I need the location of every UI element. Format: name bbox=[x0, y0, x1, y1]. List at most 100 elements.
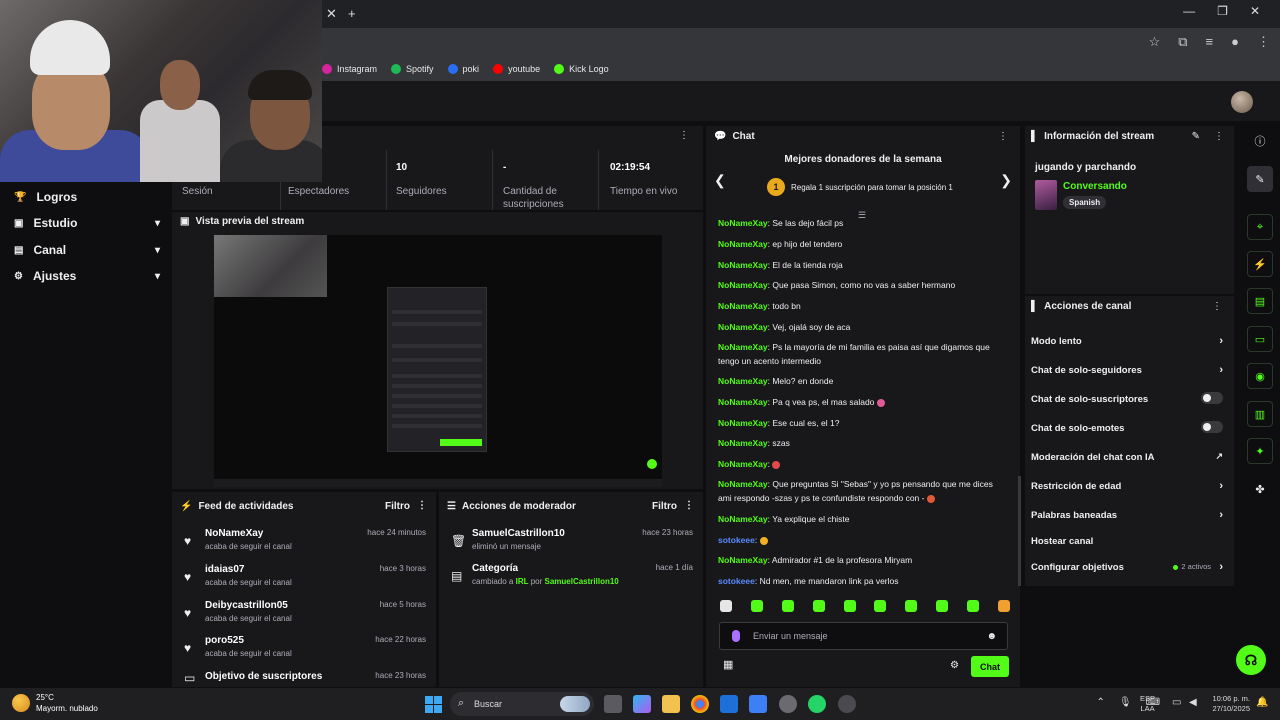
channel-action-row[interactable]: Palabras baneadas › bbox=[1031, 509, 1223, 521]
channel-action-row[interactable]: Configurar objetivos › 2 activos bbox=[1031, 561, 1223, 573]
mod-filter-button[interactable]: Filtro bbox=[652, 501, 677, 512]
info-icon[interactable]: ⓘ bbox=[1247, 128, 1273, 154]
mod-action-user[interactable]: SamuelCastrillon10 bbox=[472, 528, 565, 539]
network-icon[interactable]: ▭ bbox=[1172, 697, 1181, 708]
close-window-icon[interactable]: ✕ bbox=[1250, 4, 1260, 18]
chat-username[interactable]: NoNameXay bbox=[718, 342, 768, 352]
taskbar-search[interactable]: ⌕ Buscar bbox=[450, 692, 594, 716]
media-control-icon[interactable]: ≡ bbox=[1206, 34, 1214, 50]
channel-actions-more-icon[interactable]: ⋮ bbox=[1212, 301, 1222, 312]
chat-bubble-icon[interactable]: ▭ bbox=[1247, 326, 1273, 352]
document-icon[interactable]: ▤ bbox=[1247, 288, 1273, 314]
chat-username[interactable]: NoNameXay bbox=[718, 260, 768, 270]
emote-icon[interactable] bbox=[781, 600, 794, 612]
emote-icon[interactable] bbox=[720, 600, 732, 612]
feed-username[interactable]: NoNameXay bbox=[205, 528, 263, 539]
feed-username[interactable]: poro525 bbox=[205, 635, 244, 646]
nav-item-logros[interactable]: 🏆 Logros bbox=[14, 190, 160, 204]
lightning-icon[interactable]: ⚡ bbox=[1247, 251, 1273, 277]
maximize-icon[interactable]: ❐ bbox=[1217, 4, 1228, 18]
chat-username[interactable]: NoNameXay bbox=[718, 218, 768, 228]
clock[interactable]: 10:06 p. m. 27/10/2025 bbox=[1206, 694, 1250, 714]
emote-icon[interactable] bbox=[997, 600, 1010, 612]
chrome-icon[interactable] bbox=[691, 695, 709, 713]
chat-username[interactable]: sotokeee bbox=[718, 576, 755, 586]
stream-category[interactable]: Conversando bbox=[1063, 181, 1127, 192]
channel-action-row[interactable]: Chat de solo-emotes bbox=[1031, 421, 1223, 434]
chat-username[interactable]: sotokeee bbox=[718, 535, 755, 545]
chat-username[interactable]: NoNameXay bbox=[718, 418, 768, 428]
nav-item-canal[interactable]: ▤ Canal ▾ bbox=[14, 243, 160, 257]
chat-username[interactable]: NoNameXay bbox=[718, 239, 768, 249]
chat-input[interactable]: Enviar un mensaje ☻ bbox=[719, 622, 1008, 650]
layers-icon[interactable]: ▥ bbox=[1247, 401, 1273, 427]
weather-widget[interactable]: 25°C Mayorm. nublado bbox=[12, 692, 98, 714]
channel-action-row[interactable]: Hostear canal bbox=[1031, 536, 1223, 547]
stream-info-more-icon[interactable]: ⋮ bbox=[1214, 131, 1224, 142]
channel-action-row[interactable]: Restricción de edad › bbox=[1031, 480, 1223, 492]
nav-item-ajustes[interactable]: ⚙ Ajustes ▾ bbox=[14, 269, 160, 283]
channel-action-row[interactable]: Moderación del chat con IA ↗ bbox=[1031, 451, 1223, 463]
avatar[interactable] bbox=[1231, 91, 1253, 113]
new-tab-icon[interactable]: + bbox=[348, 6, 356, 21]
edit-icon[interactable]: ✎ bbox=[1247, 166, 1273, 192]
feed-username[interactable]: idaias07 bbox=[205, 564, 244, 575]
app-icon[interactable] bbox=[749, 695, 767, 713]
gear-icon[interactable]: ⚙ bbox=[950, 660, 959, 671]
start-button[interactable] bbox=[425, 696, 442, 713]
wrench-icon[interactable]: ✦ bbox=[1247, 438, 1273, 464]
scrollbar[interactable] bbox=[1018, 476, 1021, 586]
settings-app-icon[interactable] bbox=[779, 695, 797, 713]
feed-username[interactable]: Deibycastrillon05 bbox=[205, 600, 288, 611]
chat-username[interactable]: NoNameXay bbox=[718, 376, 768, 386]
copilot-icon[interactable] bbox=[633, 695, 651, 713]
emote-icon[interactable] bbox=[750, 600, 763, 612]
bookmark-item[interactable]: Instagram bbox=[322, 63, 377, 74]
emote-icon[interactable] bbox=[936, 600, 949, 612]
notification-bell-icon[interactable]: 🔔 bbox=[1256, 697, 1268, 708]
chat-username[interactable]: NoNameXay bbox=[718, 301, 768, 311]
chat-log[interactable]: NoNameXay: Se las dejo fácil ps NoNameXay… bbox=[718, 218, 1010, 590]
browser-menu-icon[interactable]: ⋮ bbox=[1257, 34, 1270, 50]
microphone-icon[interactable]: 🎙 bbox=[1119, 697, 1132, 708]
stats-more-icon[interactable]: ⋮ bbox=[679, 130, 689, 141]
emote-icon[interactable] bbox=[905, 600, 918, 612]
bookmark-item[interactable]: Spotify bbox=[391, 63, 434, 74]
feed-username[interactable]: Objetivo de suscriptores bbox=[205, 671, 322, 682]
app-icon[interactable] bbox=[720, 695, 738, 713]
emote-icon[interactable] bbox=[843, 600, 856, 612]
stream-preview-video[interactable] bbox=[214, 235, 662, 487]
channel-action-row[interactable]: Chat de solo-suscriptores bbox=[1031, 392, 1223, 405]
clip-icon[interactable]: ⌖ bbox=[1247, 214, 1273, 240]
chat-username[interactable]: NoNameXay bbox=[718, 397, 768, 407]
bookmark-star-icon[interactable]: ☆ bbox=[1149, 34, 1161, 50]
file-explorer-icon[interactable] bbox=[662, 695, 680, 713]
nav-item-estudio[interactable]: ▣ Estudio ▾ bbox=[14, 216, 160, 230]
volume-icon[interactable]: ◀ bbox=[1189, 697, 1197, 708]
channel-action-row[interactable]: Chat de solo-seguidores › bbox=[1031, 364, 1223, 376]
close-tab-icon[interactable]: ✕ bbox=[326, 6, 337, 22]
microphone-icon[interactable] bbox=[732, 630, 740, 642]
edit-icon[interactable]: ✎ bbox=[1192, 131, 1200, 142]
whatsapp-icon[interactable] bbox=[808, 695, 826, 713]
puzzle-icon[interactable]: ✤ bbox=[1247, 476, 1273, 502]
chat-username[interactable]: NoNameXay bbox=[718, 322, 768, 332]
toggle-switch[interactable] bbox=[1201, 392, 1223, 404]
input-language[interactable]: ESP LAA bbox=[1140, 694, 1155, 714]
activity-more-icon[interactable]: ⋮ bbox=[417, 500, 427, 511]
chat-username[interactable]: NoNameXay bbox=[718, 438, 768, 448]
extensions-icon[interactable]: ⧉ bbox=[1178, 34, 1187, 50]
profile-icon[interactable]: ● bbox=[1231, 34, 1239, 50]
emoji-picker-icon[interactable]: ☻ bbox=[986, 631, 997, 642]
bookmark-item[interactable]: youtube bbox=[493, 63, 540, 74]
minimize-icon[interactable]: — bbox=[1183, 4, 1195, 18]
chat-more-icon[interactable]: ⋮ bbox=[998, 131, 1008, 142]
chevron-up-icon[interactable]: ⌃ bbox=[1096, 697, 1104, 708]
mod-more-icon[interactable]: ⋮ bbox=[684, 500, 694, 511]
chat-username[interactable]: NoNameXay bbox=[718, 479, 768, 489]
chat-username[interactable]: NoNameXay bbox=[718, 280, 768, 290]
activity-filter-button[interactable]: Filtro bbox=[385, 501, 410, 512]
chat-username[interactable]: NoNameXay bbox=[718, 459, 768, 469]
emote-icon[interactable] bbox=[967, 600, 979, 612]
chat-username[interactable]: NoNameXay bbox=[718, 514, 768, 524]
